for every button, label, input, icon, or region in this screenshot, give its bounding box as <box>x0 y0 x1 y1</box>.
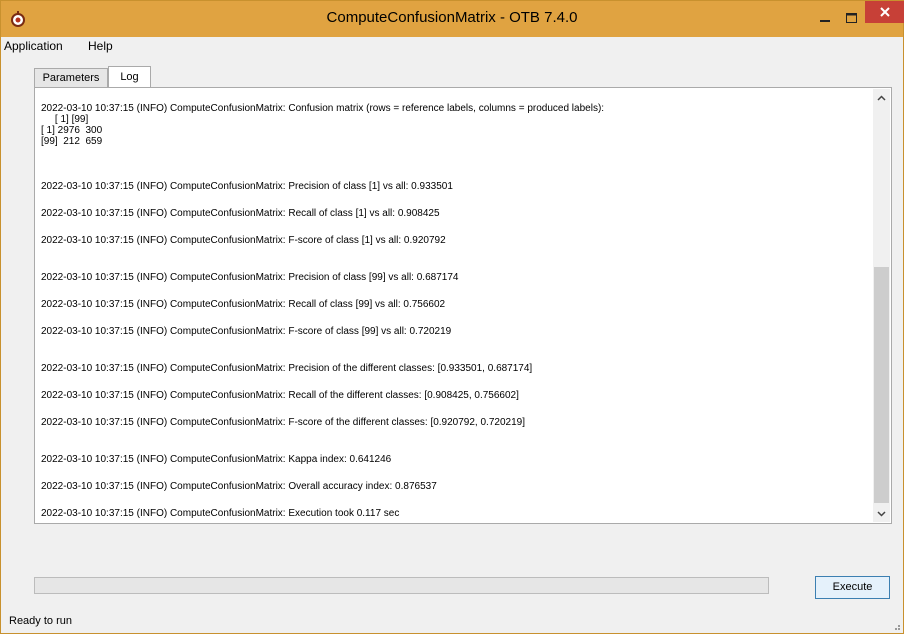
maximize-button[interactable] <box>838 7 865 29</box>
log-panel: 2022-03-10 10:37:15 (INFO) ComputeConfus… <box>34 87 892 524</box>
minimize-icon <box>820 20 830 22</box>
close-icon <box>880 7 890 17</box>
menu-help[interactable]: Help <box>88 39 113 53</box>
log-line: 2022-03-10 10:37:15 (INFO) ComputeConfus… <box>41 235 446 246</box>
log-line: 2022-03-10 10:37:15 (INFO) ComputeConfus… <box>41 390 519 401</box>
log-line: [ 1] 2976 300 <box>41 125 103 136</box>
log-line: 2022-03-10 10:37:15 (INFO) ComputeConfus… <box>41 208 440 219</box>
tab-log[interactable]: Log <box>108 66 151 87</box>
log-line: [ 1] [99] <box>41 114 89 125</box>
close-button[interactable] <box>865 1 904 23</box>
scroll-up-button[interactable] <box>873 89 890 106</box>
log-line: 2022-03-10 10:37:15 (INFO) ComputeConfus… <box>41 363 533 374</box>
log-line: 2022-03-10 10:37:15 (INFO) ComputeConfus… <box>41 481 437 492</box>
title-bar[interactable]: ComputeConfusionMatrix - OTB 7.4.0 <box>1 1 904 37</box>
log-line: 2022-03-10 10:37:15 (INFO) ComputeConfus… <box>41 417 525 428</box>
log-line: 2022-03-10 10:37:15 (INFO) ComputeConfus… <box>41 272 459 283</box>
progress-bar <box>34 577 769 594</box>
log-scrollbar[interactable] <box>873 89 890 522</box>
log-line: 2022-03-10 10:37:15 (INFO) ComputeConfus… <box>41 326 452 337</box>
maximize-icon <box>846 13 857 23</box>
tab-parameters[interactable]: Parameters <box>34 68 108 87</box>
scroll-down-button[interactable] <box>873 505 890 522</box>
log-line: 2022-03-10 10:37:15 (INFO) ComputeConfus… <box>41 181 453 192</box>
chevron-up-icon <box>877 94 886 101</box>
app-window: ComputeConfusionMatrix - OTB 7.4.0 Appli… <box>0 0 904 634</box>
log-line: 2022-03-10 10:37:15 (INFO) ComputeConfus… <box>41 508 400 519</box>
menu-bar: Application Help <box>1 37 903 57</box>
log-line: 2022-03-10 10:37:15 (INFO) ComputeConfus… <box>41 454 392 465</box>
log-text-area[interactable]: 2022-03-10 10:37:15 (INFO) ComputeConfus… <box>36 89 873 522</box>
execute-button[interactable]: Execute <box>815 576 890 599</box>
log-line: 2022-03-10 10:37:15 (INFO) ComputeConfus… <box>41 103 605 114</box>
window-title: ComputeConfusionMatrix - OTB 7.4.0 <box>326 9 578 26</box>
log-line: [99] 212 659 <box>41 136 103 147</box>
log-line: 2022-03-10 10:37:15 (INFO) ComputeConfus… <box>41 299 446 310</box>
menu-application[interactable]: Application <box>4 39 63 53</box>
status-text: Ready to run <box>9 615 72 627</box>
status-bar: Ready to run <box>1 609 903 633</box>
scroll-thumb[interactable] <box>874 267 889 503</box>
chevron-down-icon <box>877 510 886 517</box>
resize-grip-icon[interactable] <box>894 624 900 630</box>
minimize-button[interactable] <box>812 7 838 29</box>
